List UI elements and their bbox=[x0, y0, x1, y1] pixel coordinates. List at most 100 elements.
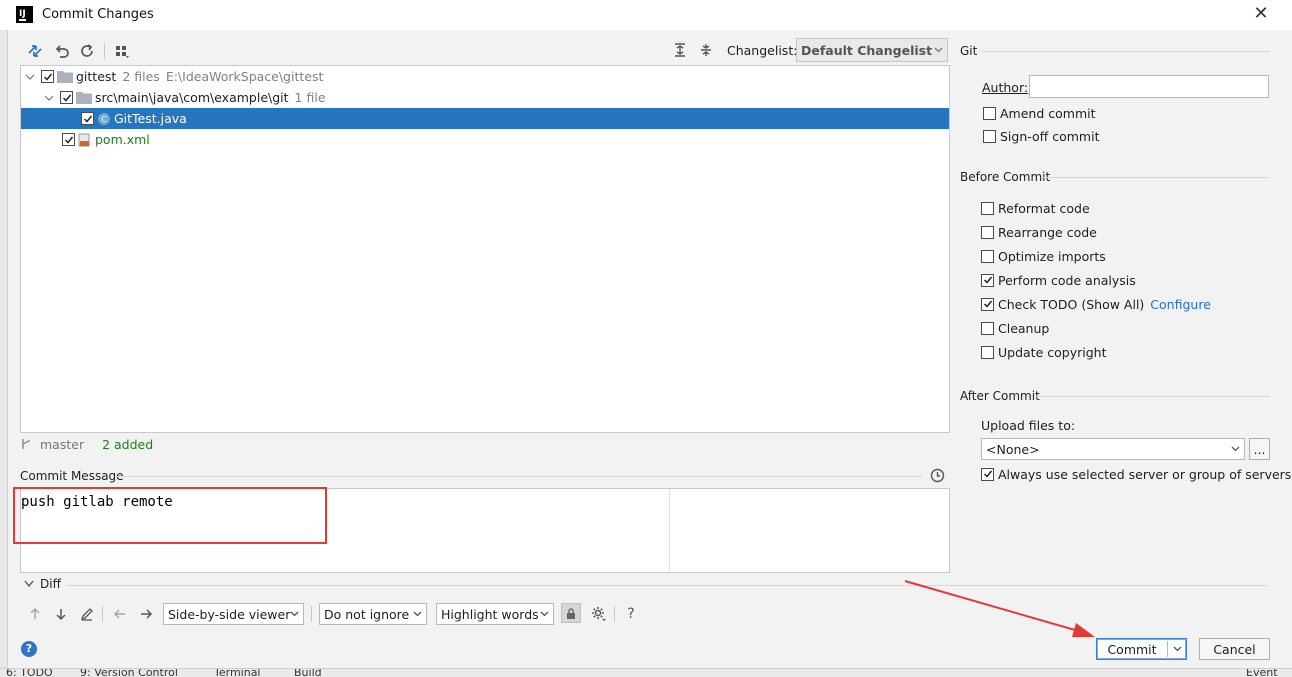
commit-button[interactable]: Commit bbox=[1096, 638, 1187, 660]
split-separator bbox=[1167, 641, 1168, 657]
intellij-logo-icon: IJ bbox=[16, 6, 33, 23]
configure-link[interactable]: Configure bbox=[1150, 297, 1211, 312]
amend-commit-checkbox[interactable] bbox=[983, 106, 996, 120]
tab-event-log[interactable]: Event Lo bbox=[1246, 669, 1292, 677]
diff-viewer-value: Side-by-side viewer bbox=[168, 606, 291, 622]
tab-terminal[interactable]: Terminal bbox=[214, 669, 261, 677]
chevron-down-icon[interactable] bbox=[24, 580, 34, 588]
checkbox-package[interactable] bbox=[60, 91, 73, 104]
separator bbox=[116, 476, 922, 477]
show-diff-icon[interactable] bbox=[25, 41, 45, 61]
cleanup-checkbox[interactable] bbox=[981, 321, 994, 335]
chevron-down-icon[interactable] bbox=[1173, 646, 1182, 652]
package-count: 1 file bbox=[294, 90, 326, 105]
signoff-commit-option[interactable]: Sign-off commit bbox=[983, 128, 1100, 144]
tab-build[interactable]: Build bbox=[294, 669, 322, 677]
cancel-button[interactable]: Cancel bbox=[1199, 638, 1270, 660]
rearrange-code-checkbox[interactable] bbox=[981, 225, 994, 239]
check-todo-label: Check TODO (Show All) bbox=[998, 296, 1145, 312]
refresh-icon[interactable] bbox=[77, 41, 97, 61]
optimize-imports-option[interactable]: Optimize imports bbox=[981, 248, 1106, 264]
always-use-server-label: Always use selected server or group of s… bbox=[998, 466, 1292, 482]
tree-row-package[interactable]: src\main\java\com\example\git 1 file bbox=[21, 87, 949, 108]
reformat-code-checkbox[interactable] bbox=[981, 201, 994, 215]
ide-tool-window-bar: 6: TODO 9: Version Control Terminal Buil… bbox=[0, 668, 1292, 677]
history-icon[interactable] bbox=[927, 465, 947, 485]
perform-code-analysis-option[interactable]: Perform code analysis bbox=[981, 272, 1136, 288]
right-margin-guide bbox=[669, 489, 670, 572]
window-title: Commit Changes bbox=[42, 7, 154, 22]
checkbox-root[interactable] bbox=[41, 70, 54, 83]
folder-icon bbox=[57, 71, 73, 83]
changelist-select[interactable]: Default Changelist bbox=[796, 38, 948, 62]
signoff-commit-checkbox[interactable] bbox=[983, 129, 996, 143]
chevron-down-icon[interactable] bbox=[25, 72, 35, 82]
lock-icon[interactable] bbox=[561, 603, 581, 623]
perform-code-analysis-checkbox[interactable] bbox=[981, 273, 994, 287]
help-icon[interactable]: ? bbox=[21, 641, 37, 657]
optimize-imports-checkbox[interactable] bbox=[981, 249, 994, 263]
amend-commit-option[interactable]: Amend commit bbox=[983, 105, 1096, 121]
update-copyright-checkbox[interactable] bbox=[981, 345, 994, 359]
changelist-value: Default Changelist bbox=[801, 42, 933, 58]
expand-all-icon[interactable] bbox=[670, 40, 690, 60]
title-bar bbox=[0, 0, 1292, 30]
separator bbox=[1036, 396, 1269, 397]
tab-version-control[interactable]: 9: Version Control bbox=[80, 669, 178, 677]
upload-server-select[interactable]: <None> bbox=[981, 438, 1245, 460]
file-name-pom-xml: pom.xml bbox=[95, 132, 150, 147]
toolbar-separator bbox=[614, 606, 615, 622]
group-by-icon[interactable] bbox=[112, 41, 132, 61]
tree-row-pom-xml[interactable]: pom.xml bbox=[21, 129, 949, 150]
highlight-select[interactable]: Highlight words bbox=[436, 603, 554, 625]
rearrange-code-option[interactable]: Rearrange code bbox=[981, 224, 1097, 240]
perform-code-analysis-label: Perform code analysis bbox=[998, 272, 1136, 288]
checkbox-pom-xml[interactable] bbox=[62, 133, 75, 146]
author-label: Author: bbox=[982, 80, 1029, 95]
update-copyright-label: Update copyright bbox=[998, 344, 1107, 360]
checkbox-gittest-java[interactable] bbox=[81, 112, 94, 125]
settings-gear-icon[interactable] bbox=[589, 604, 609, 624]
browse-button[interactable]: ... bbox=[1249, 438, 1270, 460]
root-name: gittest bbox=[76, 69, 117, 84]
help-question-icon[interactable]: ? bbox=[621, 604, 641, 624]
cleanup-option[interactable]: Cleanup bbox=[981, 320, 1049, 336]
annotation-highlight-box bbox=[13, 487, 327, 544]
changes-tree[interactable]: gittest 2 files E:\IdeaWorkSpace\gittest… bbox=[20, 65, 950, 433]
arrow-right-icon[interactable] bbox=[136, 604, 156, 624]
cleanup-label: Cleanup bbox=[998, 320, 1050, 336]
branch-icon bbox=[22, 439, 30, 449]
always-use-server-option[interactable]: Always use selected server or group of s… bbox=[981, 466, 1291, 482]
whitespace-value: Do not ignore bbox=[324, 606, 410, 622]
collapse-all-icon[interactable] bbox=[696, 40, 716, 60]
chevron-down-icon bbox=[290, 611, 299, 617]
close-icon[interactable]: ✕ bbox=[1250, 3, 1272, 25]
arrow-up-icon[interactable] bbox=[25, 604, 45, 624]
before-commit-section-title: Before Commit bbox=[960, 170, 1051, 184]
rearrange-code-label: Rearrange code bbox=[998, 224, 1097, 240]
commit-message-label: Commit Message bbox=[20, 469, 124, 483]
separator bbox=[982, 51, 1269, 52]
changelist-label: Changelist: bbox=[727, 43, 798, 58]
chevron-down-icon[interactable] bbox=[44, 93, 54, 103]
diff-viewer-select[interactable]: Side-by-side viewer bbox=[163, 603, 304, 625]
tab-todo[interactable]: 6: TODO bbox=[6, 669, 53, 677]
author-input[interactable] bbox=[1029, 75, 1269, 98]
toolbar-separator bbox=[104, 43, 105, 59]
arrow-left-icon[interactable] bbox=[110, 604, 130, 624]
edit-pencil-icon[interactable] bbox=[77, 604, 97, 624]
reformat-code-option[interactable]: Reformat code bbox=[981, 200, 1090, 216]
check-todo-checkbox[interactable] bbox=[981, 297, 994, 311]
update-copyright-option[interactable]: Update copyright bbox=[981, 344, 1106, 360]
chevron-down-icon bbox=[1231, 446, 1240, 452]
arrow-down-icon[interactable] bbox=[51, 604, 71, 624]
tree-row-gittest-java[interactable]: C GitTest.java bbox=[21, 108, 949, 129]
always-use-server-checkbox[interactable] bbox=[981, 467, 994, 481]
diff-label: Diff bbox=[40, 577, 61, 591]
check-todo-option[interactable]: Check TODO (Show All) Configure bbox=[981, 296, 1211, 312]
rollback-icon[interactable] bbox=[52, 41, 72, 61]
toolbar-separator bbox=[311, 606, 312, 622]
whitespace-select[interactable]: Do not ignore bbox=[319, 603, 427, 625]
tree-row-root[interactable]: gittest 2 files E:\IdeaWorkSpace\gittest bbox=[21, 66, 949, 87]
highlight-value: Highlight words bbox=[441, 606, 539, 622]
